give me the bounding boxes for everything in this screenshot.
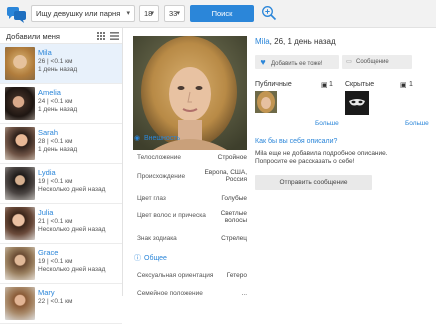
profile-panel: ◉ Внешность Телосложение Стройное Происхож… [124, 28, 436, 297]
user-time: 1 день назад [38, 66, 78, 73]
like-button[interactable]: ♥ Добавить ее тоже! [255, 55, 339, 69]
avatar [5, 127, 35, 160]
appearance-title: Внешность [144, 135, 181, 142]
message-icon: ▭ [346, 59, 352, 65]
general-title: Общее [144, 255, 167, 262]
public-photo-thumb[interactable] [255, 91, 277, 113]
avatar [5, 207, 35, 240]
age-from-select[interactable]: 18 ▾ [139, 5, 159, 22]
public-count: 1 [329, 81, 333, 88]
profile-title: Mila, 26, 1 день назад [255, 37, 336, 46]
user-info: 22 | <0.1 км [38, 298, 73, 305]
public-photos-label: Публичные [255, 81, 292, 88]
list-item[interactable]: Mila 26 | <0.1 км 1 день назад [0, 44, 122, 84]
user-time: Несколько дней назад [38, 186, 106, 193]
heart-icon: ♥ [260, 57, 266, 67]
detail-label: Телосложение [137, 154, 181, 161]
message-button[interactable]: ▭ Сообщение [342, 55, 412, 69]
user-time: Несколько дней назад [38, 266, 106, 273]
like-label: Добавить ее тоже! [271, 61, 323, 67]
list-item[interactable]: Mary 22 | <0.1 км [0, 284, 122, 324]
user-info: 26 | <0.1 км [38, 58, 73, 65]
sidebar-header: Добавили меня [0, 28, 122, 44]
user-name: Amelia [38, 88, 61, 97]
more-hidden-link[interactable]: Больше [405, 120, 429, 127]
hidden-photo-mask-icon[interactable] [345, 91, 369, 115]
user-time: 1 день назад [38, 146, 78, 153]
avatar [5, 167, 35, 200]
chevron-down-icon: ▾ [176, 10, 180, 17]
list-item[interactable]: Julia 21 | <0.1 км Несколько дней назад [0, 204, 122, 244]
detail-label: Цвет волос и прическа [137, 212, 206, 219]
info-icon: ⓘ [134, 255, 141, 262]
profile-photo[interactable] [133, 36, 247, 150]
user-time: 1 день назад [38, 106, 78, 113]
user-name: Mila [38, 48, 52, 57]
sidebar-title: Добавили меня [6, 32, 60, 41]
avatar [5, 87, 35, 120]
list-item[interactable]: Grace 19 | <0.1 км Несколько дней назад [0, 244, 122, 284]
user-name: Lydia [38, 168, 56, 177]
more-public-link[interactable]: Больше [315, 120, 339, 127]
detail-label: Сексуальная ориентация [137, 272, 214, 279]
user-info: 28 | <0.1 км [38, 138, 73, 145]
list-item[interactable]: Lydia 19 | <0.1 км Несколько дней назад [0, 164, 122, 204]
user-name: Sarah [38, 128, 59, 137]
detail-value: Гетеро [226, 272, 247, 279]
chat-logo-icon[interactable] [7, 6, 27, 25]
chevron-down-icon: ▾ [150, 10, 154, 17]
profile-name[interactable]: Mila [255, 37, 270, 46]
user-time: Несколько дней назад [38, 226, 106, 233]
list-item[interactable]: Sarah 28 | <0.1 км 1 день назад [0, 124, 122, 164]
sidebar: Добавили меня Mila 26 | <0.1 км 1 день н… [0, 28, 123, 324]
user-info: 24 | <0.1 км [38, 98, 73, 105]
message-label: Сообщение [356, 59, 389, 65]
user-info: 19 | <0.1 км [38, 258, 73, 265]
detail-row: Сексуальная ориентация Гетеро [137, 272, 247, 279]
user-name: Julia [38, 208, 54, 217]
list-view-icon[interactable] [110, 32, 119, 42]
describe-yourself-link[interactable]: Как бы вы себя описали? [255, 138, 337, 145]
send-message-button[interactable]: Отправить сообщение [255, 175, 372, 190]
list-item[interactable]: Amelia 24 | <0.1 км 1 день назад [0, 84, 122, 124]
detail-row: Знак зодиака Стрелец [137, 235, 247, 242]
detail-value: Стрелец [221, 235, 247, 242]
grid-view-icon[interactable] [97, 32, 106, 42]
age-to-select[interactable]: 33 ▾ [164, 5, 185, 22]
chevron-down-icon: ▾ [126, 10, 130, 17]
avatar [5, 247, 35, 280]
top-bar: Ищу девушку или парня ▾ 18 ▾ 33 ▾ Поиск [0, 0, 436, 28]
looking-for-value: Ищу девушку или парня [36, 9, 121, 18]
no-description-text: Mila еще не добавила подробное описание.… [255, 150, 388, 165]
user-name: Grace [38, 248, 59, 257]
detail-label: Происхождение [137, 173, 186, 180]
hidden-photos-label: Скрытые [345, 81, 375, 88]
camera-icon: ▣ [321, 82, 328, 89]
detail-row: Цвет глаз Голубые [137, 195, 247, 202]
detail-label: Цвет глаз [137, 195, 166, 202]
profile-summary: , 26, 1 день назад [269, 37, 336, 46]
user-info: 19 | <0.1 км [38, 178, 73, 185]
detail-label: Знак зодиака [137, 235, 177, 242]
detail-value: Светлые волосы [220, 210, 247, 224]
zoom-search-icon[interactable] [261, 5, 277, 23]
hidden-count: 1 [409, 81, 413, 88]
eye-icon: ◉ [134, 135, 141, 142]
general-section: ⓘ Общее [134, 253, 167, 263]
user-info: 21 | <0.1 км [38, 218, 73, 225]
detail-row: Происхождение Европа, США, Россия [137, 169, 247, 187]
detail-value: Голубые [221, 195, 247, 202]
search-button[interactable]: Поиск [190, 5, 254, 22]
detail-value: Стройное [217, 154, 247, 161]
detail-row: Цвет волос и прическа Светлые волосы [137, 210, 247, 228]
appearance-section: ◉ Внешность [134, 134, 180, 142]
detail-value: Европа, США, Россия [204, 169, 247, 183]
avatar [5, 47, 35, 80]
camera-icon: ▣ [400, 82, 407, 89]
looking-for-select[interactable]: Ищу девушку или парня ▾ [31, 5, 135, 22]
avatar [5, 287, 35, 320]
detail-row: Телосложение Стройное [137, 154, 247, 161]
